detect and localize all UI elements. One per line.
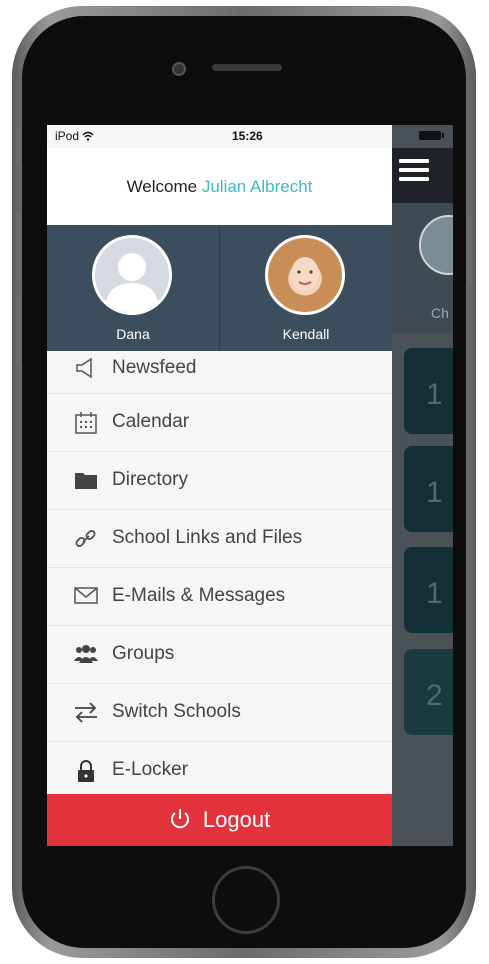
profile-name: Dana: [116, 326, 150, 342]
profile-switcher: Dana Kendall: [47, 225, 392, 351]
megaphone-icon: [73, 357, 99, 381]
status-bar: iPod 15:26: [47, 125, 453, 148]
menu-item-label: Directory: [112, 469, 189, 490]
menu-item-switch-schools[interactable]: Switch Schools: [47, 684, 392, 742]
menu-item-emails-messages[interactable]: E-Mails & Messages: [47, 568, 392, 626]
logout-button[interactable]: Logout: [47, 794, 392, 846]
clock: 15:26: [232, 129, 263, 143]
profile-kendall[interactable]: Kendall: [219, 225, 392, 351]
menu-item-e-locker[interactable]: E-Locker: [47, 742, 392, 799]
profile-dana[interactable]: Dana: [47, 225, 219, 351]
menu-item-calendar[interactable]: Calendar: [47, 394, 392, 452]
menu-item-groups[interactable]: Groups: [47, 626, 392, 684]
photo-avatar: [265, 235, 345, 315]
menu-item-label: Switch Schools: [112, 701, 241, 722]
menu-item-label: Newsfeed: [112, 357, 197, 378]
menu-item-school-links[interactable]: School Links and Files: [47, 510, 392, 568]
menu-item-label: School Links and Files: [112, 527, 303, 548]
link-icon: [73, 527, 99, 551]
background-tile[interactable]: 1: [404, 348, 453, 434]
background-tile[interactable]: 1: [404, 446, 453, 532]
background-tile[interactable]: 1: [404, 547, 453, 633]
welcome-user-name: Julian Albrecht: [201, 177, 313, 196]
menu-item-label: E-Mails & Messages: [112, 585, 286, 606]
power-icon: [169, 797, 191, 846]
drawer-menu: Newsfeed Calendar Directory School Links…: [47, 351, 392, 799]
menu-item-label: Groups: [112, 643, 175, 664]
profile-name: Kendall: [282, 326, 330, 342]
carrier-label: iPod: [55, 129, 94, 144]
wifi-icon: [82, 130, 94, 144]
folder-icon: [73, 469, 99, 493]
background-tile[interactable]: 2: [404, 649, 453, 735]
menu-item-newsfeed[interactable]: Newsfeed: [47, 351, 392, 394]
front-camera: [172, 62, 186, 76]
battery-icon: [419, 131, 444, 140]
earpiece-speaker: [212, 64, 282, 71]
group-icon: [73, 643, 99, 667]
navigation-drawer: Welcome Julian Albrecht Dana Kendall New…: [47, 125, 392, 846]
welcome-header: Welcome Julian Albrecht: [47, 148, 392, 225]
lock-icon: [73, 759, 99, 783]
screen: Ch 1 1 1 2 Welcome Julian Albrecht Dana: [47, 125, 453, 846]
silhouette-avatar: [92, 235, 172, 315]
welcome-prefix: Welcome: [126, 177, 198, 196]
menu-item-directory[interactable]: Directory: [47, 452, 392, 510]
menu-item-label: E-Locker: [112, 759, 189, 780]
power-button: [466, 216, 472, 286]
envelope-icon: [73, 585, 99, 609]
calendar-icon: [73, 411, 99, 435]
background-profile-name: Ch: [431, 305, 449, 321]
menu-item-label: Calendar: [112, 411, 190, 432]
home-button[interactable]: [212, 866, 280, 934]
swap-icon: [73, 701, 99, 725]
logout-label: Logout: [202, 807, 271, 832]
hamburger-menu-icon[interactable]: [399, 159, 429, 186]
